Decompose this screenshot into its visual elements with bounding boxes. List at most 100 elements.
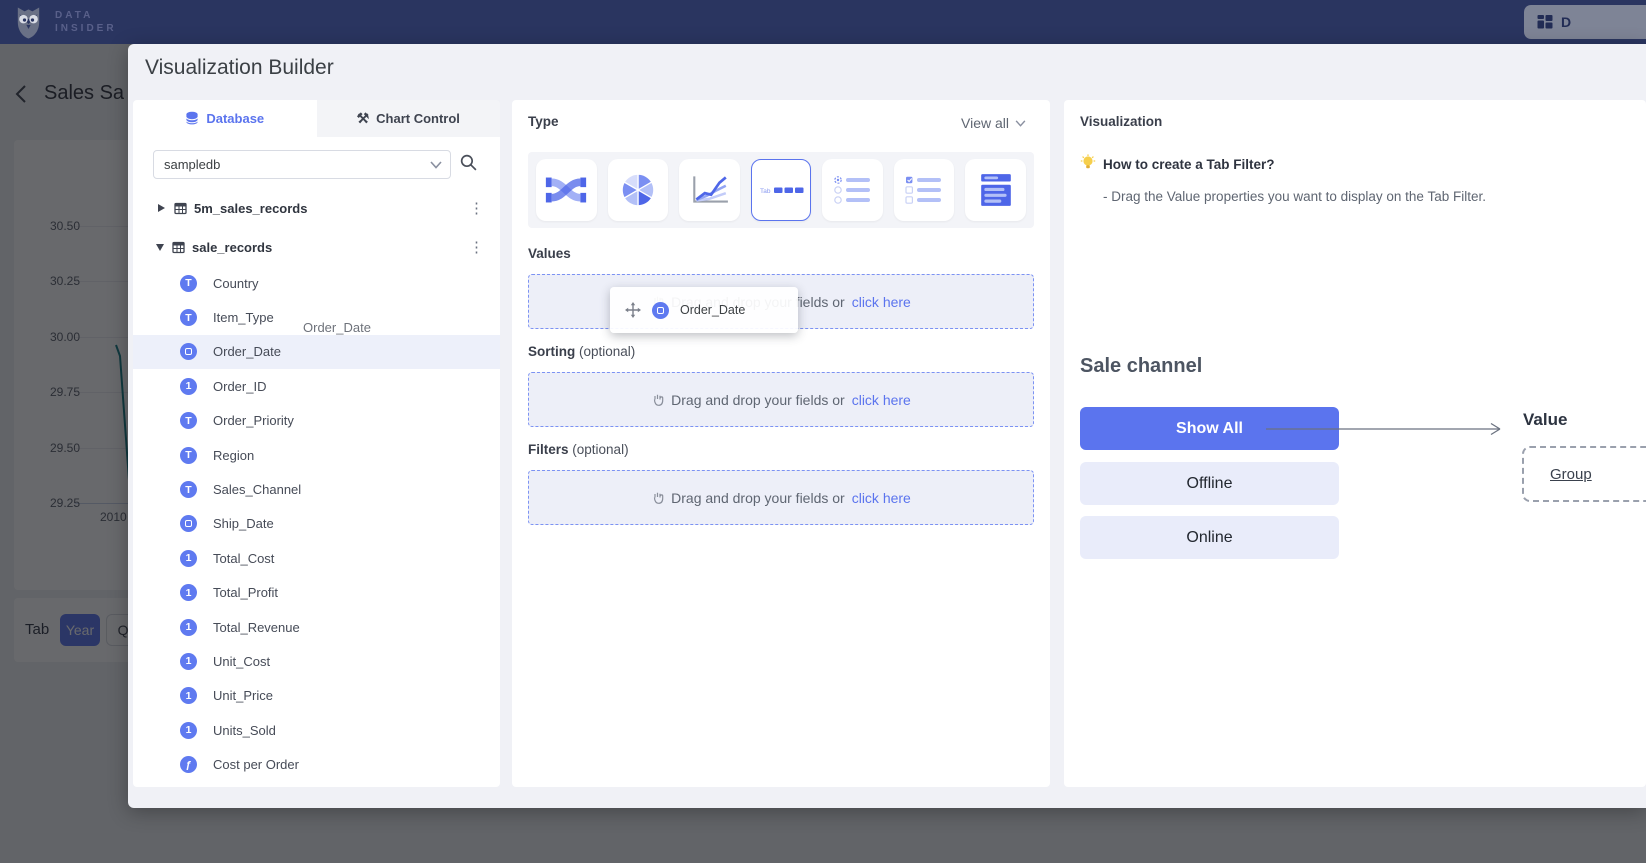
dropdown-filter-icon (978, 172, 1014, 208)
tab-chart-control-label: Chart Control (376, 111, 460, 126)
dropzone-text: Drag and drop your fields or (671, 490, 845, 506)
chart-type-sankey-chart[interactable] (536, 159, 597, 221)
field-item-order-date[interactable]: Order_Date (133, 335, 500, 369)
search-icon[interactable] (459, 153, 478, 172)
number-type-icon: 1 (180, 584, 197, 601)
text-type-icon: T (180, 275, 197, 292)
chart-type-tab-filter[interactable]: Tab (751, 159, 812, 221)
click-here-link[interactable]: click here (852, 294, 911, 310)
number-type-icon: 1 (180, 687, 197, 704)
preview-option-offline[interactable]: Offline (1080, 462, 1339, 505)
single-choice-filter-icon (833, 175, 873, 205)
text-type-icon: T (180, 309, 197, 326)
table-menu-icon[interactable]: ⋮ (469, 201, 484, 216)
field-item-total-cost[interactable]: 1 Total_Cost (133, 541, 500, 575)
field-label: Unit_Price (213, 688, 273, 703)
tools-icon: ⚒ (357, 110, 370, 127)
field-label: Region (213, 448, 254, 463)
filters-dropzone[interactable]: Drag and drop your fields or click here (528, 470, 1034, 525)
chart-type-dropdown-filter[interactable] (965, 159, 1026, 221)
text-type-icon: T (180, 481, 197, 498)
field-label: Units_Sold (213, 723, 276, 738)
field-item-region[interactable]: T Region (133, 438, 500, 472)
field-item-units-sold[interactable]: 1 Units_Sold (133, 713, 500, 747)
tab-chart-control[interactable]: ⚒ Chart Control (317, 100, 501, 137)
table-item-5m-sales-records[interactable]: 5m_sales_records ⋮ (133, 194, 500, 222)
annotation-arrow (1264, 417, 1512, 439)
visualization-builder-modal: Visualization Builder Database ⚒ Chart C… (128, 44, 1646, 808)
number-type-icon: 1 (180, 722, 197, 739)
date-type-icon (652, 302, 669, 319)
click-here-link[interactable]: click here (852, 392, 911, 408)
caret-down-icon[interactable] (156, 244, 164, 251)
field-item-cost-per-order[interactable]: ƒCost per Order (133, 747, 500, 781)
chart-type-multi-choice-filter[interactable] (894, 159, 955, 221)
text-type-icon: T (180, 447, 197, 464)
annotation-group-box: Group (1522, 446, 1646, 502)
drag-chip-order-date[interactable]: Order_Date (610, 287, 798, 333)
view-all-button[interactable]: View all (961, 115, 1026, 131)
sorting-dropzone[interactable]: Drag and drop your fields or click here (528, 372, 1034, 427)
multi-choice-filter-icon (904, 175, 944, 205)
field-item-country[interactable]: T Country (133, 266, 500, 300)
field-item-total-revenue[interactable]: 1Total_Revenue (133, 610, 500, 644)
field-item-sales-channel[interactable]: TSales_Channel (133, 472, 500, 506)
field-label: Order_Date (213, 344, 281, 359)
chevron-down-icon[interactable] (430, 161, 442, 169)
field-label: Item_Type (213, 310, 274, 325)
number-type-icon: 1 (180, 619, 197, 636)
filters-section-label: Filters (optional) (528, 442, 629, 457)
dashboard-button[interactable]: D (1524, 5, 1646, 39)
click-here-link[interactable]: click here (852, 490, 911, 506)
field-item-order-id[interactable]: 1Order_ID (133, 369, 500, 403)
tab-database-label: Database (206, 111, 264, 126)
table-menu-icon[interactable]: ⋮ (469, 240, 484, 255)
chart-type-line-chart[interactable] (679, 159, 740, 221)
table-name: 5m_sales_records (194, 201, 307, 216)
pie-chart-icon (619, 171, 657, 209)
move-icon (625, 302, 641, 318)
database-icon (185, 111, 199, 126)
dashboard-icon (1536, 13, 1554, 31)
field-item-unit-price[interactable]: 1 Unit_Price (133, 679, 500, 713)
field-item-unit-cost[interactable]: 1Unit_Cost (133, 644, 500, 678)
line-chart-icon (688, 172, 730, 208)
table-icon (174, 202, 187, 215)
drag-hand-icon (651, 490, 664, 505)
function-type-icon: ƒ (180, 756, 197, 773)
tip-title: How to create a Tab Filter? (1103, 157, 1275, 172)
database-panel: 5m_sales_records ⋮ sale_records ⋮ T Count… (133, 137, 500, 787)
brand: DATA INSIDER (12, 4, 117, 40)
field-item-ship-date[interactable]: Ship_Date (133, 507, 500, 541)
visualization-header: Visualization (1080, 114, 1162, 129)
dropzone-text: Drag and drop your fields or (671, 392, 845, 408)
field-item-order-priority[interactable]: TOrder_Priority (133, 404, 500, 438)
tab-database[interactable]: Database (133, 100, 317, 137)
owl-logo-icon (12, 4, 45, 40)
number-type-icon: 1 (180, 550, 197, 567)
field-item-item-type[interactable]: T Item_Type (133, 300, 500, 334)
chart-type-single-choice-filter[interactable] (822, 159, 883, 221)
sankey-chart-icon (543, 172, 589, 208)
field-label: Total_Cost (213, 551, 274, 566)
preview-option-online[interactable]: Online (1080, 516, 1339, 559)
drag-chip-label: Order_Date (680, 303, 745, 317)
tip-body: - Drag the Value properties you want to … (1103, 189, 1486, 204)
field-label: Country (213, 276, 259, 291)
text-type-icon: T (180, 412, 197, 429)
dashboard-button-label: D (1561, 14, 1571, 30)
group-link[interactable]: Group (1550, 466, 1592, 483)
date-type-icon (180, 515, 197, 532)
svg-text:Tab: Tab (760, 188, 771, 195)
field-label: Unit_Cost (213, 654, 270, 669)
chevron-down-icon (1015, 120, 1026, 127)
field-item-total-profit[interactable]: 1Total_Profit (133, 576, 500, 610)
type-section-label: Type (528, 114, 559, 129)
left-panel-tabs: Database ⚒ Chart Control (133, 100, 500, 137)
annotation-value-label: Value (1523, 410, 1567, 430)
caret-right-icon[interactable] (158, 204, 165, 212)
table-item-sale-records[interactable]: sale_records ⋮ (133, 233, 500, 261)
database-select-input[interactable] (153, 150, 451, 179)
chart-type-pie-chart[interactable] (608, 159, 669, 221)
drag-hand-icon (651, 392, 664, 407)
